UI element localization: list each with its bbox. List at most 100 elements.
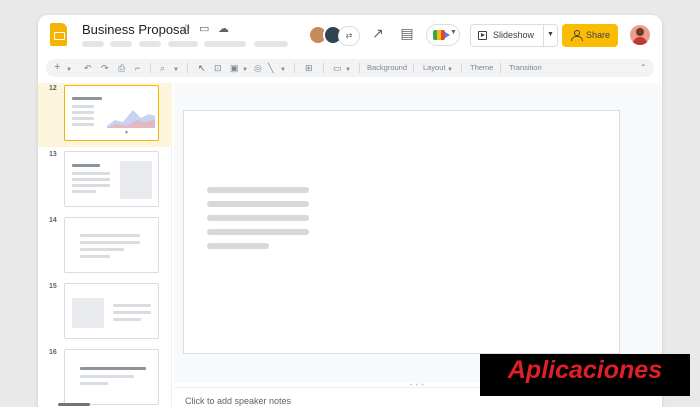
print-icon[interactable]: ⎙ — [118, 62, 125, 74]
divider — [150, 63, 151, 73]
thumb-line — [72, 123, 94, 126]
menu-item-placeholder[interactable] — [82, 41, 104, 47]
divider — [500, 63, 501, 73]
divider — [543, 25, 544, 46]
divider — [461, 63, 462, 73]
divider — [359, 63, 360, 73]
image-icon[interactable]: ▣ — [230, 62, 239, 74]
slide-thumbnail-row[interactable]: 14 — [38, 215, 172, 279]
chevron-down-icon[interactable]: ▼ — [173, 64, 179, 76]
menu-item-placeholder[interactable] — [139, 41, 161, 47]
divider — [187, 63, 188, 73]
add-comment-icon[interactable]: ⊞ — [305, 62, 313, 74]
slide-thumbnail[interactable]: ▼ — [64, 85, 159, 141]
slides-logo-icon[interactable] — [50, 23, 67, 46]
thumb-line — [80, 234, 140, 237]
undo-icon[interactable]: ↶ — [84, 62, 92, 74]
slideshow-button[interactable]: Slideshow ▼ — [470, 24, 558, 47]
divider — [323, 63, 324, 73]
thumb-line — [80, 248, 124, 251]
divider — [294, 63, 295, 73]
chevron-down-icon[interactable]: ▼ — [66, 64, 72, 76]
shape-icon[interactable]: ◎ — [254, 62, 262, 74]
thumb-image-placeholder — [72, 298, 104, 328]
line-icon[interactable]: ╲ — [268, 62, 273, 74]
slide-text-line[interactable] — [207, 215, 309, 221]
theme-button[interactable]: Theme — [470, 63, 493, 73]
thumb-line — [72, 184, 110, 187]
slides-window: Business Proposal ☆ ▭ ☁ ⇄ ↗ ▤ ▼ Slidesho… — [38, 15, 662, 407]
thumb-line — [72, 111, 94, 114]
meet-camera-icon — [433, 30, 450, 40]
new-slide-icon[interactable]: + — [54, 61, 60, 73]
people-icon — [571, 30, 583, 41]
chevron-down-icon[interactable]: ▼ — [547, 31, 554, 38]
slide-thumbnail[interactable] — [64, 283, 159, 339]
slide-number: 12 — [49, 85, 57, 92]
slide-thumbnail-row[interactable]: 15 — [38, 281, 172, 345]
toolbar: + ▼ ↶ ↷ ⎙ ⌐ ⌕ ▼ ↖ ⊡ ▣ ▼ ◎ ╲ ▼ ⊞ ▭ ▼ Back… — [46, 59, 654, 77]
slide-thumbnail[interactable] — [64, 349, 159, 405]
filmstrip-scrollbar[interactable] — [58, 403, 90, 406]
collapse-toolbar-icon[interactable]: ⌃ — [640, 62, 647, 74]
watermark-text: Aplicaciones — [507, 356, 663, 384]
slide-number: 14 — [49, 217, 57, 224]
thumb-line — [80, 382, 108, 385]
slide-thumbnail-row[interactable]: 12 ▼ — [38, 83, 172, 147]
thumb-line — [80, 255, 110, 258]
slide-thumbnail-row[interactable]: 16 — [38, 347, 172, 407]
star-icon[interactable]: ☆ — [181, 22, 191, 35]
editor-canvas-area[interactable] — [174, 83, 662, 383]
layout-grid-icon[interactable]: ▭ — [333, 62, 342, 74]
select-cursor-icon[interactable]: ↖ — [198, 62, 206, 74]
meet-button[interactable]: ▼ — [426, 24, 460, 46]
zoom-icon[interactable]: ⌕ — [160, 62, 165, 74]
slideshow-label: Slideshow — [493, 30, 535, 40]
user-avatar[interactable] — [630, 25, 650, 45]
thumb-line — [72, 178, 110, 181]
thumb-line — [113, 318, 141, 321]
slide-text-line[interactable] — [207, 201, 309, 207]
thumb-line — [113, 304, 151, 307]
thumb-title — [80, 367, 146, 370]
comment-icon[interactable]: ▤ — [398, 25, 416, 42]
menu-item-placeholder[interactable] — [254, 41, 288, 47]
current-slide[interactable] — [183, 110, 620, 354]
thumb-line — [113, 311, 151, 314]
background-button[interactable]: Background — [367, 63, 407, 73]
menu-item-placeholder[interactable] — [168, 41, 198, 47]
redo-icon[interactable]: ↷ — [101, 62, 109, 74]
share-button[interactable]: Share — [562, 24, 618, 47]
chevron-down-icon[interactable]: ▼ — [447, 64, 453, 76]
slide-text-line[interactable] — [207, 243, 269, 249]
menu-item-placeholder[interactable] — [110, 41, 132, 47]
text-box-icon[interactable]: ⊡ — [214, 62, 222, 74]
slide-text-line[interactable] — [207, 229, 309, 235]
thumb-line — [80, 241, 140, 244]
slide-number: 16 — [49, 349, 57, 356]
thumb-line — [72, 117, 94, 120]
slide-number: 15 — [49, 283, 57, 290]
thumb-line — [72, 105, 94, 108]
transition-button[interactable]: Transition — [509, 63, 542, 73]
thumb-line — [72, 172, 110, 175]
chevron-down-icon: ▼ — [124, 130, 129, 136]
chevron-down-icon[interactable]: ▼ — [280, 64, 286, 76]
slide-filmstrip[interactable]: 12 ▼ 13 14 15 16 — [38, 83, 172, 407]
activity-trend-icon[interactable]: ↗ — [369, 25, 387, 42]
chevron-down-icon[interactable]: ▼ — [345, 64, 351, 76]
slide-text-line[interactable] — [207, 187, 309, 193]
thumb-area-chart — [107, 110, 155, 128]
paint-format-icon[interactable]: ⌐ — [135, 62, 140, 74]
menu-item-placeholder[interactable] — [204, 41, 246, 47]
slide-thumbnail[interactable] — [64, 151, 159, 207]
chevron-down-icon[interactable]: ▼ — [242, 64, 248, 76]
slide-thumbnail[interactable] — [64, 217, 159, 273]
slide-thumbnail-row[interactable]: 13 — [38, 149, 172, 213]
app-header: Business Proposal ☆ ▭ ☁ ⇄ ↗ ▤ ▼ Slidesho… — [38, 15, 662, 57]
cloud-status-icon[interactable]: ☁ — [218, 22, 229, 35]
layout-button[interactable]: Layout — [423, 63, 446, 73]
document-title[interactable]: Business Proposal — [82, 22, 190, 37]
more-collaborators-icon[interactable]: ⇄ — [338, 26, 360, 46]
move-folder-icon[interactable]: ▭ — [199, 22, 209, 35]
